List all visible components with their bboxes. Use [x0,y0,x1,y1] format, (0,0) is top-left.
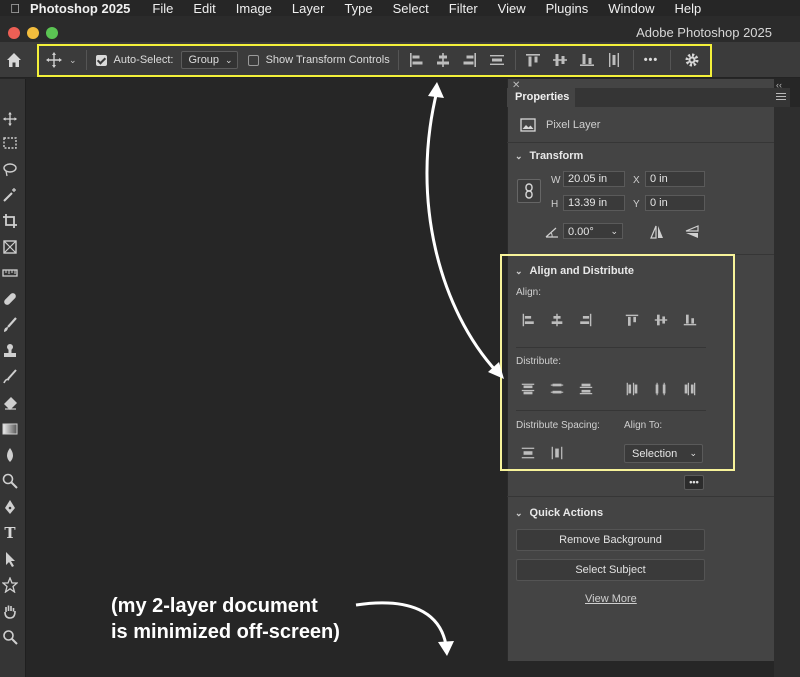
arrowhead-top [428,82,444,98]
curved-double-arrow [425,90,499,374]
annotation-arrow [355,601,448,646]
arrowhead-down [438,641,454,656]
annotation-arrows [355,82,504,656]
